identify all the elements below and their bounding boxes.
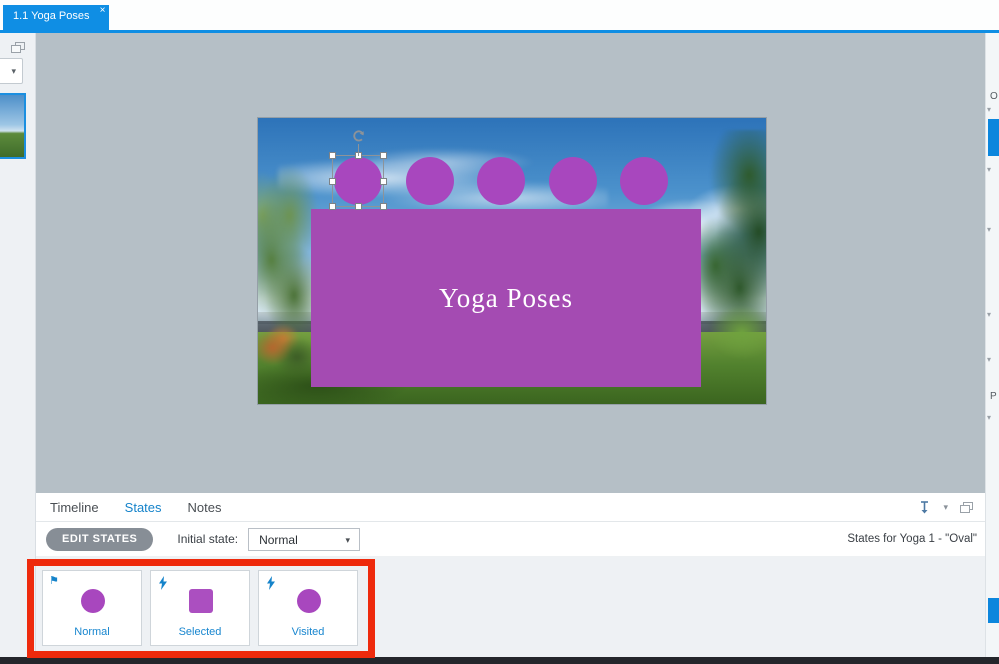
- chevron-down-icon[interactable]: ▾: [987, 165, 991, 174]
- slide-stage[interactable]: Yoga Poses: [258, 118, 766, 404]
- oval-shape-4[interactable]: [549, 157, 597, 205]
- right-panel-selected-row[interactable]: [988, 598, 999, 623]
- oval-shape-2[interactable]: [406, 157, 454, 205]
- tab-timeline[interactable]: Timeline: [50, 500, 99, 515]
- state-shape-circle: [81, 589, 105, 613]
- chevron-down-icon[interactable]: ▾: [987, 310, 991, 319]
- oval-shape-3[interactable]: [477, 157, 525, 205]
- rotate-handle-icon[interactable]: [351, 128, 367, 144]
- flag-icon: ⚑: [49, 574, 59, 587]
- dock-panel-icon[interactable]: [918, 500, 931, 515]
- states-context-label: States for Yoga 1 - "Oval": [847, 533, 977, 545]
- selection-bounding-box[interactable]: [329, 130, 387, 210]
- right-panel-letter: O: [990, 91, 998, 102]
- slides-sidebar: ▾: [0, 33, 36, 657]
- photo-bush-right: [698, 296, 766, 362]
- slide-thumbnail[interactable]: [0, 93, 26, 159]
- tab-bar: 1.1 Yoga Poses ×: [0, 0, 999, 30]
- slide-thumbnail-image: [0, 95, 24, 157]
- slide-tab-label: 1.1 Yoga Poses: [13, 10, 90, 22]
- window-bottom-edge: [0, 657, 999, 664]
- resize-handle-e[interactable]: [380, 178, 387, 185]
- state-card-label: Normal: [74, 626, 110, 638]
- chevron-down-icon[interactable]: ▾: [987, 225, 991, 234]
- photo-bushes-left: [258, 320, 318, 382]
- state-card-normal[interactable]: ⚑ Normal: [42, 570, 142, 646]
- chevron-down-icon[interactable]: ▾: [987, 355, 991, 364]
- initial-state-select[interactable]: Normal ▾: [248, 527, 361, 551]
- resize-handle-se[interactable]: [380, 203, 387, 210]
- tab-notes[interactable]: Notes: [188, 500, 222, 515]
- slide-title-text: Yoga Poses: [438, 282, 574, 313]
- chevron-down-icon[interactable]: ▾: [943, 502, 948, 513]
- resize-handle-sw[interactable]: [329, 203, 336, 210]
- slide-tab[interactable]: 1.1 Yoga Poses ×: [3, 5, 110, 30]
- state-card-visited[interactable]: Visited: [258, 570, 358, 646]
- edit-states-button[interactable]: EDIT STATES: [46, 527, 154, 551]
- state-card-label: Visited: [291, 626, 325, 638]
- resize-handle-ne[interactable]: [380, 152, 387, 159]
- editing-canvas[interactable]: Yoga Poses: [36, 33, 985, 493]
- lightning-icon: [267, 576, 275, 590]
- lightning-icon: [159, 576, 167, 590]
- rotation-connector: [358, 144, 359, 156]
- right-panel-letter: P: [990, 391, 997, 402]
- right-panel-clipped: O ▾ ▾ ▾ ▾ ▾ P ▾: [985, 33, 999, 657]
- right-panel-selected-row[interactable]: [988, 119, 999, 156]
- sidebar-dropdown-button[interactable]: ▾: [0, 58, 23, 84]
- tab-states[interactable]: States: [125, 500, 162, 515]
- close-icon[interactable]: ×: [100, 6, 106, 16]
- resize-handle-s[interactable]: [355, 203, 362, 210]
- initial-state-value: Normal: [259, 532, 298, 547]
- bottom-tabs: Timeline States Notes ▾: [36, 493, 985, 522]
- chevron-down-icon: ▾: [345, 534, 351, 545]
- state-shape-circle: [297, 589, 321, 613]
- resize-handle-nw[interactable]: [329, 152, 336, 159]
- float-window-icon[interactable]: [960, 502, 973, 513]
- title-rectangle-shape[interactable]: Yoga Poses: [311, 209, 701, 387]
- state-card-selected[interactable]: Selected: [150, 570, 250, 646]
- chevron-down-icon[interactable]: ▾: [987, 105, 991, 114]
- chevron-down-icon[interactable]: ▾: [987, 413, 991, 422]
- resize-handle-w[interactable]: [329, 178, 336, 185]
- state-card-label: Selected: [178, 626, 222, 638]
- oval-shape-5[interactable]: [620, 157, 668, 205]
- collapse-panel-icon[interactable]: [11, 42, 25, 54]
- chevron-down-icon: ▾: [11, 66, 16, 76]
- initial-state-label: Initial state:: [177, 532, 239, 546]
- state-shape-square: [189, 589, 213, 613]
- states-toolbar: EDIT STATES Initial state: Normal ▾: [36, 522, 985, 557]
